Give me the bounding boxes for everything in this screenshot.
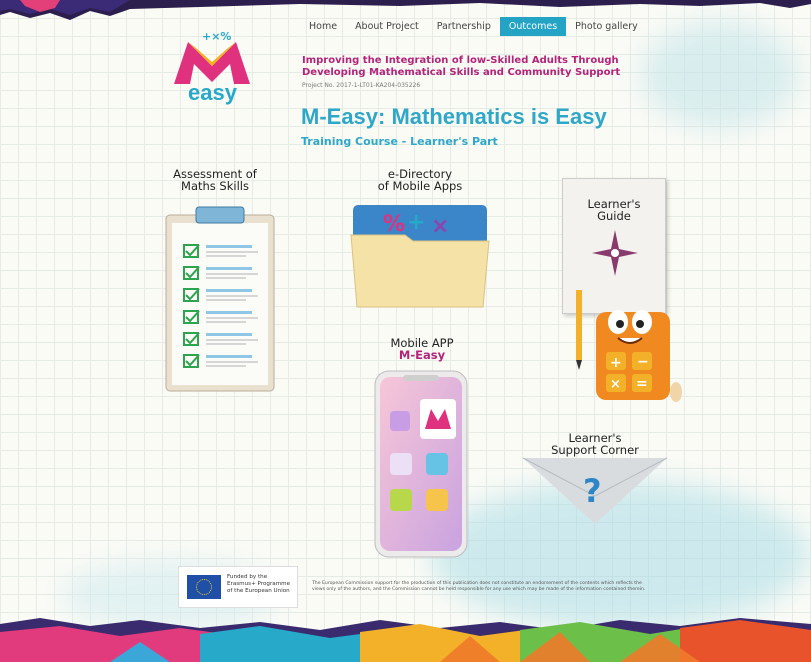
logo-text: easy (188, 80, 237, 105)
svg-text:+: + (610, 355, 622, 371)
torn-paper-bottom (0, 618, 811, 662)
nav-outcomes[interactable]: Outcomes (499, 17, 567, 36)
tile-guide[interactable]: Learner's Guide + − × = (560, 176, 682, 416)
tile-app-label: Mobile APP M-Easy (370, 337, 474, 361)
tile-guide-line2: Guide (597, 209, 631, 223)
eu-funding-text: Funded by the Erasmus+ Programme of the … (227, 574, 290, 595)
tile-assessment-label: Assessment of Maths Skills (150, 168, 280, 192)
svg-text:?: ? (583, 472, 602, 510)
clipboard-icon (165, 206, 275, 392)
page-subtitle: Training Course - Learner's Part (301, 135, 498, 148)
eu-funding-logo: Funded by the Erasmus+ Programme of the … (178, 566, 298, 608)
tile-support-corner[interactable]: Learner's Support Corner ? (515, 430, 675, 530)
project-title: Improving the Integration of low-Skilled… (302, 55, 621, 78)
nav-home[interactable]: Home (300, 17, 346, 36)
page-title: M-Easy: Mathematics is Easy (301, 104, 607, 129)
tile-assessment[interactable]: Assessment of Maths Skills (150, 165, 280, 395)
tile-support-line2: Support Corner (551, 443, 639, 457)
compass-rose-icon (592, 230, 638, 276)
svg-text:=: = (636, 376, 648, 392)
main-nav: Home About Project Partnership Outcomes … (300, 17, 647, 36)
nav-photo-gallery[interactable]: Photo gallery (566, 17, 647, 36)
calculator-mascot-icon: + − × = (576, 290, 682, 402)
eu-flag-icon (187, 575, 221, 599)
footer-disclaimer: The European Commission support for the … (312, 581, 646, 592)
svg-text:+: + (407, 210, 425, 235)
site-logo[interactable]: +×% easy (168, 24, 256, 108)
svg-text:×: × (431, 214, 449, 239)
project-number: Project No. 2017-1-LT01-KA204-035226 (302, 82, 421, 89)
tile-support-label: Learner's Support Corner (515, 432, 675, 456)
tile-app-line2: M-Easy (398, 348, 446, 362)
tile-assessment-line2: Maths Skills (181, 179, 249, 193)
tile-mobile-app[interactable]: Mobile APP M-Easy (370, 335, 474, 560)
svg-text:%: % (383, 212, 405, 237)
nav-about-project[interactable]: About Project (346, 17, 428, 36)
nav-partnership[interactable]: Partnership (428, 17, 500, 36)
eu-line-3: of the European Union (227, 588, 290, 594)
question-envelope-icon: ? (522, 457, 668, 524)
svg-text:+×%: +×% (202, 30, 231, 43)
tile-directory[interactable]: e-Directory of Mobile Apps % + × (340, 165, 500, 315)
eu-line-2: Erasmus+ Programme (227, 581, 291, 587)
folder-icon: % + × (350, 205, 490, 308)
smartphone-icon (374, 370, 468, 558)
eu-line-1: Funded by the (227, 574, 268, 580)
tile-directory-label: e-Directory of Mobile Apps (340, 168, 500, 192)
tile-directory-line2: of Mobile Apps (377, 179, 463, 193)
tile-guide-label: Learner's Guide (562, 198, 666, 222)
svg-text:×: × (610, 377, 621, 392)
svg-text:−: − (637, 354, 649, 370)
